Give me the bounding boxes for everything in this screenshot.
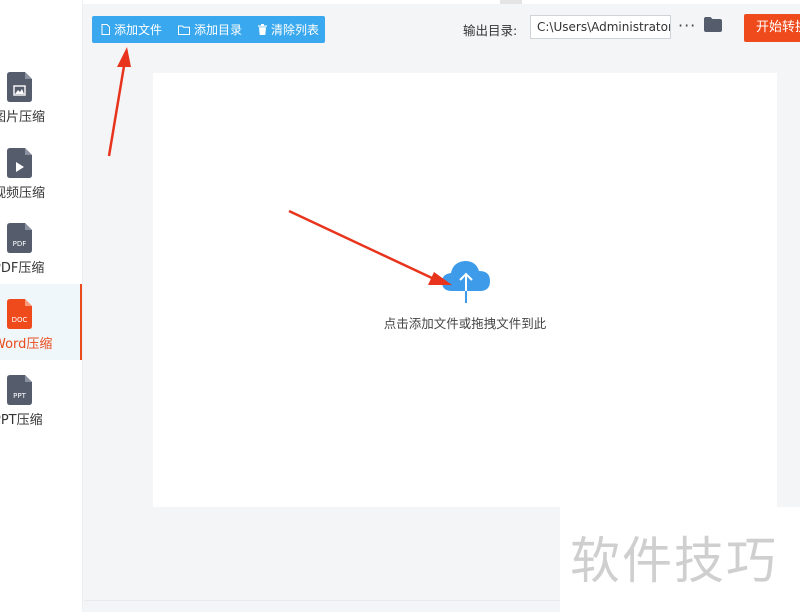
folder-icon [178,25,191,35]
svg-text:DOC: DOC [12,316,28,324]
start-convert-button[interactable]: 开始转换 [744,14,800,42]
file-drop-area[interactable]: 点击添加文件或拖拽文件到此 [153,73,777,507]
video-file-icon [7,148,32,178]
upload-cloud-icon [442,261,490,303]
more-options-button[interactable]: ··· [678,15,696,37]
sidebar-item-image[interactable]: 图片压缩 [0,72,82,148]
output-path-field[interactable]: C:\Users\Administrator\ [530,15,671,39]
image-file-icon [7,72,32,102]
file-toolbar: 添加文件 添加目录 清除列表 [92,16,325,43]
sidebar: 图片压缩 视频压缩 PDF PDF压缩 DOC Word压缩 PPT [0,0,83,612]
svg-text:PDF: PDF [13,240,27,248]
sidebar-item-label: 视频压缩 [0,186,46,201]
doc-file-icon: DOC [7,299,32,329]
sidebar-item-label: 图片压缩 [0,110,46,125]
clear-list-button[interactable]: 清除列表 [242,16,319,43]
add-file-label: 添加文件 [114,23,163,37]
open-folder-icon[interactable] [704,17,722,32]
sidebar-item-word[interactable]: DOC Word压缩 [0,284,82,360]
active-indicator [80,284,82,360]
drop-hint-text: 点击添加文件或拖拽文件到此 [383,316,547,331]
watermark-text: 软件技巧 [570,532,778,590]
add-file-button[interactable]: 添加文件 [92,16,162,43]
arrow-to-add-file [107,47,131,157]
add-folder-label: 添加目录 [194,23,243,37]
trash-icon [258,24,268,35]
sidebar-item-label: PPT压缩 [0,413,43,428]
clear-list-label: 清除列表 [271,23,320,37]
pdf-file-icon: PDF [7,223,32,253]
ppt-file-icon: PPT [7,375,32,405]
sidebar-item-ppt[interactable]: PPT PPT压缩 [0,375,82,451]
sidebar-item-label: PDF压缩 [0,261,45,276]
sidebar-item-label: Word压缩 [0,337,53,352]
top-strip-tab [500,0,522,4]
top-strip [0,0,800,4]
svg-text:PPT: PPT [13,392,26,400]
add-folder-button[interactable]: 添加目录 [162,16,242,43]
file-icon [101,24,110,35]
output-dir-label: 输出目录: [463,23,518,38]
sidebar-item-video[interactable]: 视频压缩 [0,148,82,224]
